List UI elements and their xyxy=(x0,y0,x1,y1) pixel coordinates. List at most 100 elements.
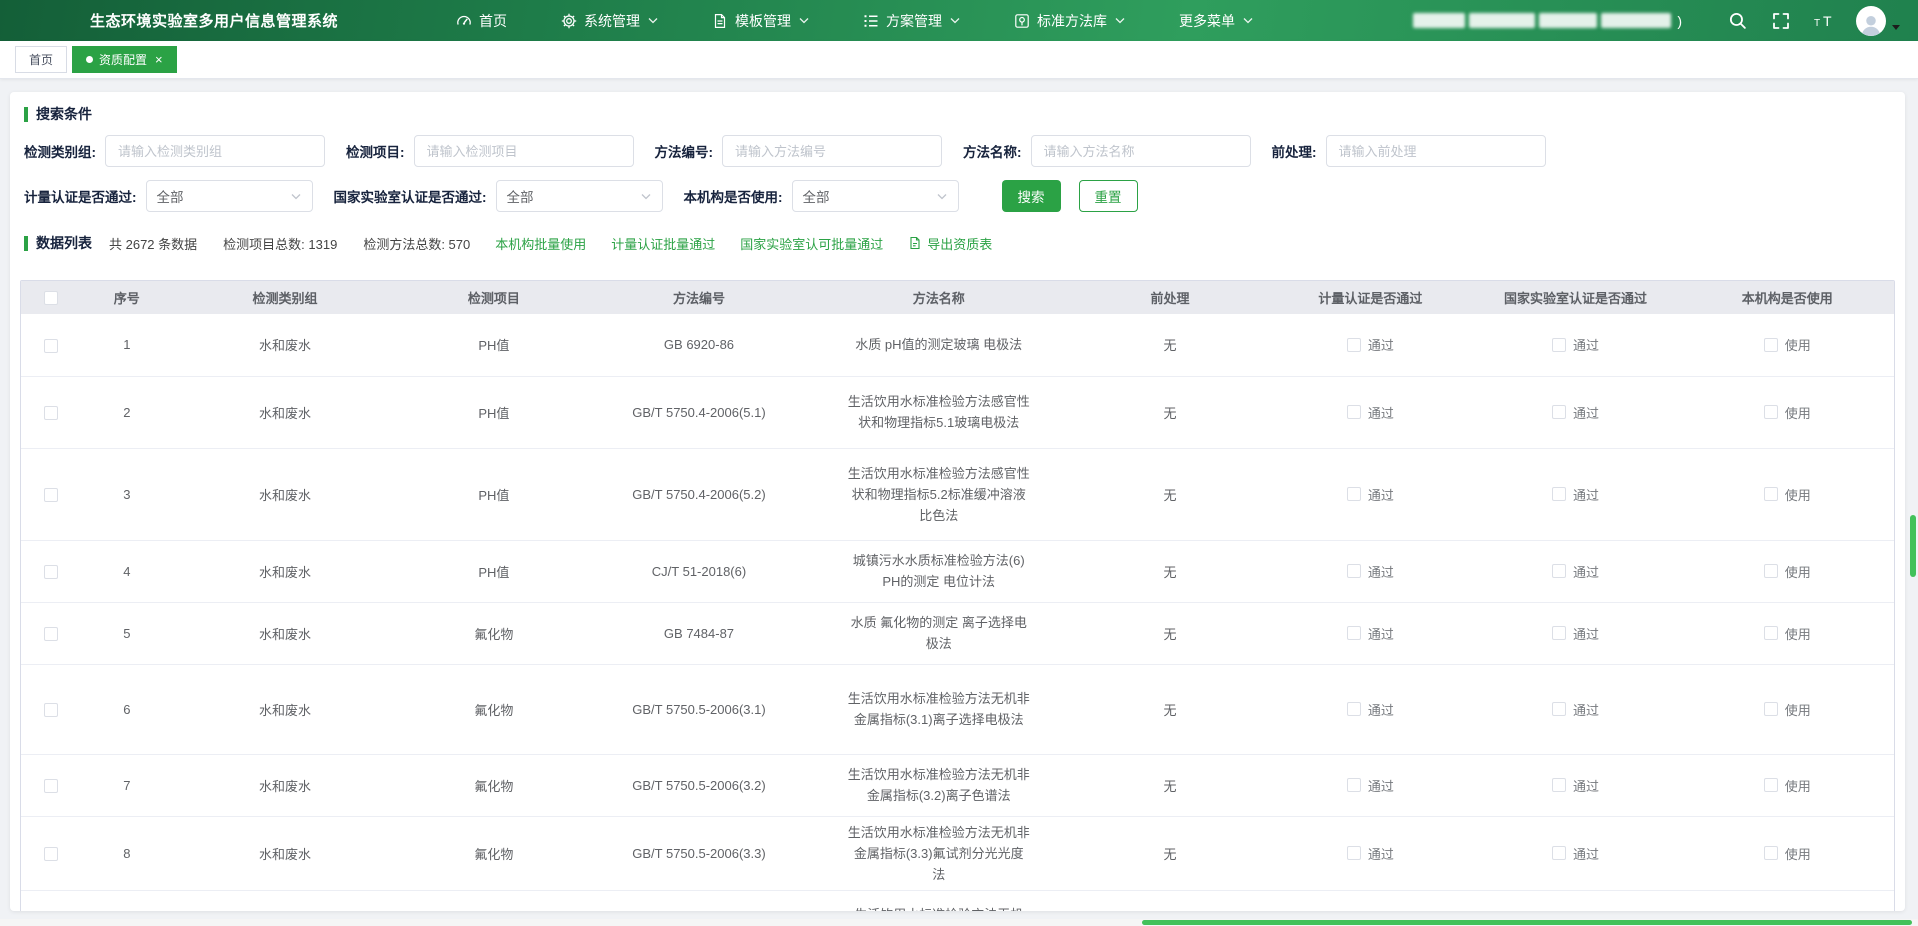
row-select-checkbox[interactable] xyxy=(44,703,58,717)
row-select-checkbox[interactable] xyxy=(44,847,58,861)
metrology-pass-checkbox[interactable] xyxy=(1347,564,1361,578)
row-select-checkbox[interactable] xyxy=(44,488,58,502)
org-use-checkbox[interactable] xyxy=(1764,846,1778,860)
vertical-scrollbar-thumb[interactable] xyxy=(1910,515,1916,577)
table-row: 7水和废水氟化物GB/T 5750.5-2006(3.2)生活饮用水标准检验方法… xyxy=(21,754,1894,816)
search-button[interactable]: 搜索 xyxy=(1002,180,1061,212)
national-lab-pass-checkbox-label: 通过 xyxy=(1573,779,1599,794)
method-name: 水质 pH值的测定玻璃 电极法 xyxy=(855,334,1022,355)
select-value: 全部 xyxy=(803,186,830,206)
national-lab-pass-checkbox-label: 通过 xyxy=(1573,406,1599,421)
national-lab-pass-checkbox[interactable] xyxy=(1552,338,1566,352)
user-menu-caret-icon[interactable] xyxy=(1892,25,1900,30)
metrology-pass-checkbox[interactable] xyxy=(1347,405,1361,419)
batch-action-link-0[interactable]: 本机构批量使用 xyxy=(495,234,586,253)
category-group: 水和废水 xyxy=(173,602,398,664)
method-name: 生活饮用水标准检验方法无机 xyxy=(854,904,1023,912)
search-section-title: 搜索条件 xyxy=(24,104,1905,124)
metrology-pass-checkbox[interactable] xyxy=(1347,702,1361,716)
org-use-checkbox[interactable] xyxy=(1764,564,1778,578)
input-item[interactable] xyxy=(414,135,634,167)
row-no: 1 xyxy=(81,314,173,376)
pretreatment: 无 xyxy=(1070,754,1270,816)
national-lab-pass-checkbox[interactable] xyxy=(1552,846,1566,860)
org-use-checkbox[interactable] xyxy=(1764,626,1778,640)
metrology-pass-checkbox[interactable] xyxy=(1347,846,1361,860)
field-label: 前处理: xyxy=(1272,141,1317,161)
org-use-checkbox[interactable] xyxy=(1764,487,1778,501)
close-icon[interactable]: × xyxy=(155,53,163,66)
method-name: 水质 氟化物的测定 离子选择电极法 xyxy=(848,612,1030,654)
select-metrology[interactable]: 全部 xyxy=(146,180,313,212)
chevron-down-icon xyxy=(937,193,948,200)
menu-template[interactable]: 模板管理 xyxy=(712,11,809,31)
batch-action-link-2[interactable]: 国家实验室认可批量通过 xyxy=(740,234,883,253)
search-icon[interactable] xyxy=(1726,10,1748,32)
metrology-pass-checkbox[interactable] xyxy=(1347,338,1361,352)
menu-label: 更多菜单 xyxy=(1179,11,1235,31)
metrology-pass-checkbox-label: 通过 xyxy=(1368,565,1394,580)
input-code[interactable] xyxy=(722,135,942,167)
search-fields-row: 检测类别组:检测项目:方法编号:方法名称:前处理: xyxy=(24,135,1905,167)
row-select-checkbox[interactable] xyxy=(44,406,58,420)
metrology-pass-checkbox[interactable] xyxy=(1347,626,1361,640)
reset-button[interactable]: 重置 xyxy=(1079,180,1138,212)
table-row: 1水和废水PH值GB 6920-86水质 pH值的测定玻璃 电极法无通过通过使用 xyxy=(21,314,1894,376)
method-code: GB/T 5750.5-2006(3.1) xyxy=(590,664,807,754)
search-selects-row: 计量认证是否通过:全部国家实验室认证是否通过:全部本机构是否使用:全部 搜索 重… xyxy=(24,180,1905,212)
menu-system[interactable]: 系统管理 xyxy=(561,11,658,31)
input-group[interactable] xyxy=(105,135,325,167)
menu-label: 方案管理 xyxy=(886,11,942,31)
input-pre[interactable] xyxy=(1326,135,1546,167)
org-use-checkbox[interactable] xyxy=(1764,405,1778,419)
row-select-checkbox[interactable] xyxy=(44,565,58,579)
menu-standards[interactable]: 标准方法库 xyxy=(1014,11,1125,31)
horizontal-scrollbar-thumb[interactable] xyxy=(1142,920,1912,925)
batch-action-link-1[interactable]: 计量认证批量通过 xyxy=(611,234,715,253)
pretreatment: 无 xyxy=(1070,664,1270,754)
menu-home[interactable]: 首页 xyxy=(456,11,507,31)
national-lab-pass-checkbox[interactable] xyxy=(1552,487,1566,501)
tab-home[interactable]: 首页 xyxy=(15,46,67,73)
select-national-lab[interactable]: 全部 xyxy=(496,180,663,212)
total-count: 共 2672 条数据 xyxy=(109,234,197,253)
menu-scheme[interactable]: 方案管理 xyxy=(863,11,960,31)
metrology-pass-checkbox-label: 通过 xyxy=(1368,703,1394,718)
test-item: 氟化物 xyxy=(397,754,590,816)
chevron-down-icon xyxy=(799,17,809,24)
export-qualification-link[interactable]: 导出资质表 xyxy=(908,234,992,253)
metrology-pass-checkbox[interactable] xyxy=(1347,487,1361,501)
menu-more[interactable]: 更多菜单 xyxy=(1179,11,1253,31)
national-lab-pass-checkbox[interactable] xyxy=(1552,564,1566,578)
input-name[interactable] xyxy=(1031,135,1251,167)
org-use-checkbox[interactable] xyxy=(1764,778,1778,792)
select-all-checkbox[interactable] xyxy=(44,291,58,305)
org-use-checkbox[interactable] xyxy=(1764,702,1778,716)
tab-qualification[interactable]: 资质配置× xyxy=(72,46,177,73)
national-lab-pass-checkbox[interactable] xyxy=(1552,702,1566,716)
metrology-pass-checkbox-label: 通过 xyxy=(1368,627,1394,642)
org-name-suffix: ) xyxy=(1677,13,1682,29)
top-navbar: 生态环境实验室多用户信息管理系统 首页系统管理模板管理方案管理标准方法库更多菜单… xyxy=(0,0,1918,41)
table-row: 生活饮用水标准检验方法无机 xyxy=(21,890,1894,911)
row-select-checkbox[interactable] xyxy=(44,627,58,641)
section-accent-bar xyxy=(24,236,28,251)
chevron-down-icon xyxy=(1115,17,1125,24)
select-group-national-lab: 国家实验室认证是否通过:全部 xyxy=(334,180,663,212)
org-use-checkbox[interactable] xyxy=(1764,338,1778,352)
metrology-pass-checkbox[interactable] xyxy=(1347,778,1361,792)
chevron-down-icon xyxy=(1243,17,1253,24)
national-lab-pass-checkbox[interactable] xyxy=(1552,626,1566,640)
font-size-icon[interactable]: TT xyxy=(1814,10,1836,32)
method-name: 生活饮用水标准检验方法感官性状和物理指标5.2标准缓冲溶液比色法 xyxy=(848,463,1030,526)
national-lab-pass-checkbox[interactable] xyxy=(1552,778,1566,792)
test-item: PH值 xyxy=(397,376,590,448)
redacted-block xyxy=(1469,13,1535,28)
avatar[interactable] xyxy=(1856,6,1886,36)
national-lab-pass-checkbox-label: 通过 xyxy=(1573,847,1599,862)
row-select-checkbox[interactable] xyxy=(44,779,58,793)
fullscreen-icon[interactable] xyxy=(1770,10,1792,32)
select-org-use[interactable]: 全部 xyxy=(792,180,959,212)
national-lab-pass-checkbox[interactable] xyxy=(1552,405,1566,419)
row-select-checkbox[interactable] xyxy=(44,339,58,353)
